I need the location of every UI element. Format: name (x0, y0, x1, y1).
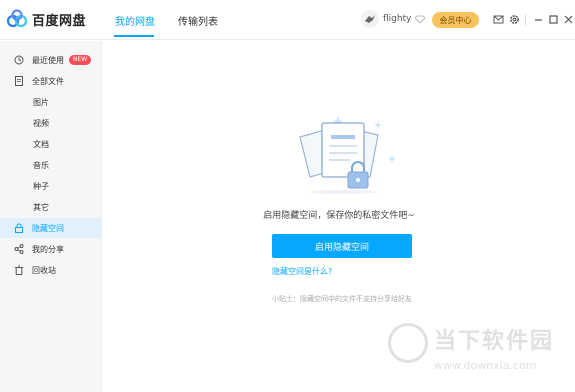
mail-icon[interactable] (493, 14, 504, 25)
sidebar-item-label: 种子 (33, 181, 49, 191)
user-profile[interactable]: flighty (361, 10, 426, 28)
close-icon[interactable] (563, 14, 574, 25)
sidebar-item-videos[interactable]: 视频 (0, 113, 102, 133)
sidebar-item-recycle-bin[interactable]: 回收站 (0, 260, 102, 280)
hidden-space-illustration-icon (299, 116, 396, 194)
watermark-brand: 当下软件园 (434, 329, 555, 354)
diamond-icon (415, 15, 426, 24)
sidebar-item-all-files[interactable]: 全部文件 (0, 71, 102, 91)
bird-avatar-icon (365, 15, 375, 23)
top-bar: 百度网盘 我的网盘 传输列表 flighty 会员中心 (0, 0, 575, 40)
file-icon (15, 76, 23, 86)
tip-text: 小贴士：隐藏空间中的文件不支持分享给好友 (272, 295, 412, 303)
username: flighty (383, 14, 412, 24)
sidebar-item-label: 其它 (33, 202, 49, 212)
sidebar-item-label: 全部文件 (32, 76, 64, 86)
sidebar-item-label: 回收站 (32, 265, 56, 275)
sidebar-item-label: 图片 (33, 97, 49, 107)
sidebar-item-label: 音乐 (33, 160, 49, 170)
sidebar-item-recent[interactable]: 最近使用 NEW (0, 50, 102, 70)
new-badge: NEW (69, 55, 92, 65)
trash-icon (15, 265, 23, 275)
vip-center-button[interactable]: 会员中心 (432, 12, 479, 28)
sidebar-item-label: 我的分享 (32, 244, 64, 254)
sidebar-item-other[interactable]: 其它 (0, 197, 102, 217)
sidebar-item-label: 最近使用 (32, 55, 64, 65)
app-name: 百度网盘 (32, 13, 87, 29)
sidebar-item-label: 隐藏空间 (32, 223, 64, 233)
watermark-url: www.downxia.com (434, 359, 537, 372)
watermark: 当下软件园 www.downxia.com (386, 321, 566, 379)
sidebar-item-my-shares[interactable]: 我的分享 (0, 239, 102, 259)
clock-icon (14, 55, 24, 65)
avatar[interactable] (361, 10, 379, 28)
sidebar-item-torrents[interactable]: 种子 (0, 176, 102, 196)
watermark-logo-icon (388, 323, 428, 363)
sidebar: 最近使用 NEW 全部文件 图片 视频 文档 音乐 种子 其它 隐藏空间 我的分… (0, 41, 102, 392)
sidebar-item-hidden-space[interactable]: 隐藏空间 (0, 218, 102, 238)
lock-icon (15, 223, 23, 233)
toolbar-divider (525, 14, 526, 26)
minimize-icon[interactable] (533, 14, 544, 25)
hidden-space-description: 启用隐藏空间，保存你的私密文件吧~ (263, 211, 415, 221)
active-tab-indicator (114, 35, 154, 37)
maximize-icon[interactable] (548, 14, 559, 25)
sidebar-item-label: 文档 (33, 139, 49, 149)
share-icon (14, 244, 24, 254)
sidebar-item-music[interactable]: 音乐 (0, 155, 102, 175)
sidebar-item-images[interactable]: 图片 (0, 92, 102, 112)
app-logo[interactable]: 百度网盘 (6, 9, 86, 29)
baidu-cloud-logo-icon (6, 9, 28, 28)
gear-icon[interactable] (509, 14, 520, 25)
tab-transfer-list[interactable]: 传输列表 (178, 13, 218, 28)
sidebar-item-label: 视频 (33, 118, 49, 128)
enable-hidden-space-button[interactable]: 启用隐藏空间 (272, 234, 412, 258)
tab-my-disk[interactable]: 我的网盘 (115, 13, 155, 28)
sidebar-item-documents[interactable]: 文档 (0, 134, 102, 154)
what-is-hidden-space-link[interactable]: 隐藏空间是什么? (272, 266, 332, 277)
